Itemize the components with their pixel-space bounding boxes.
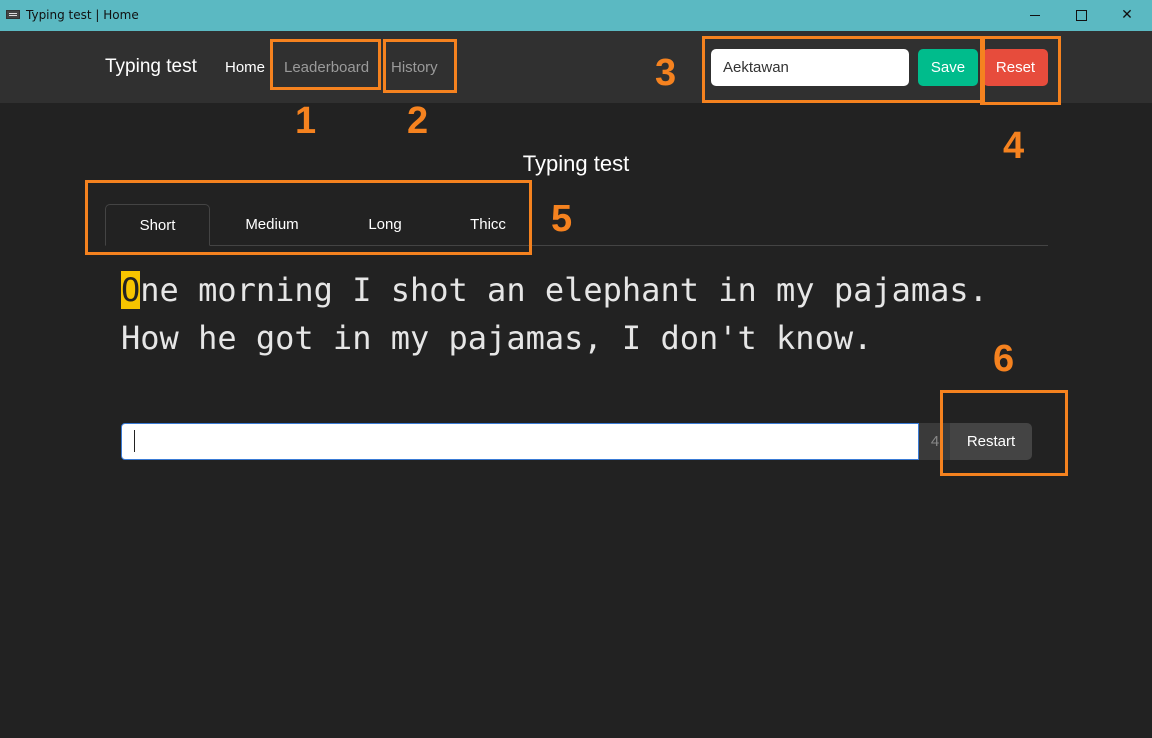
text-caret [134, 430, 135, 452]
annotation-box-1 [270, 39, 381, 90]
typing-input[interactable] [121, 423, 919, 460]
annotation-box-6 [940, 390, 1068, 476]
annotation-number-3: 3 [655, 52, 677, 94]
annotation-number-4: 4 [1003, 125, 1025, 167]
annotation-number-2: 2 [407, 100, 429, 142]
quote-rest: ne morning I shot an elephant in my paja… [121, 271, 988, 357]
annotation-box-4 [980, 36, 1061, 105]
annotation-box-2 [383, 39, 457, 93]
brand[interactable]: Typing test [105, 56, 197, 78]
annotation-number-6: 6 [993, 338, 1015, 380]
current-char: O [121, 271, 141, 309]
maximize-icon[interactable] [1058, 0, 1104, 31]
annotation-number-5: 5 [551, 198, 573, 240]
window-titlebar: Typing test | Home ✕ [0, 0, 1152, 31]
annotation-box-3 [702, 36, 985, 103]
close-icon[interactable]: ✕ [1104, 0, 1150, 31]
window-title: Typing test | Home [26, 8, 139, 22]
quote-text: One morning I shot an elephant in my paj… [121, 266, 1041, 362]
minimize-icon[interactable] [1012, 0, 1058, 31]
page-title: Typing test [522, 151, 630, 176]
nav-home[interactable]: Home [225, 59, 265, 76]
annotation-box-5 [85, 180, 532, 255]
annotation-number-1: 1 [295, 100, 317, 142]
keyboard-icon [6, 10, 20, 19]
